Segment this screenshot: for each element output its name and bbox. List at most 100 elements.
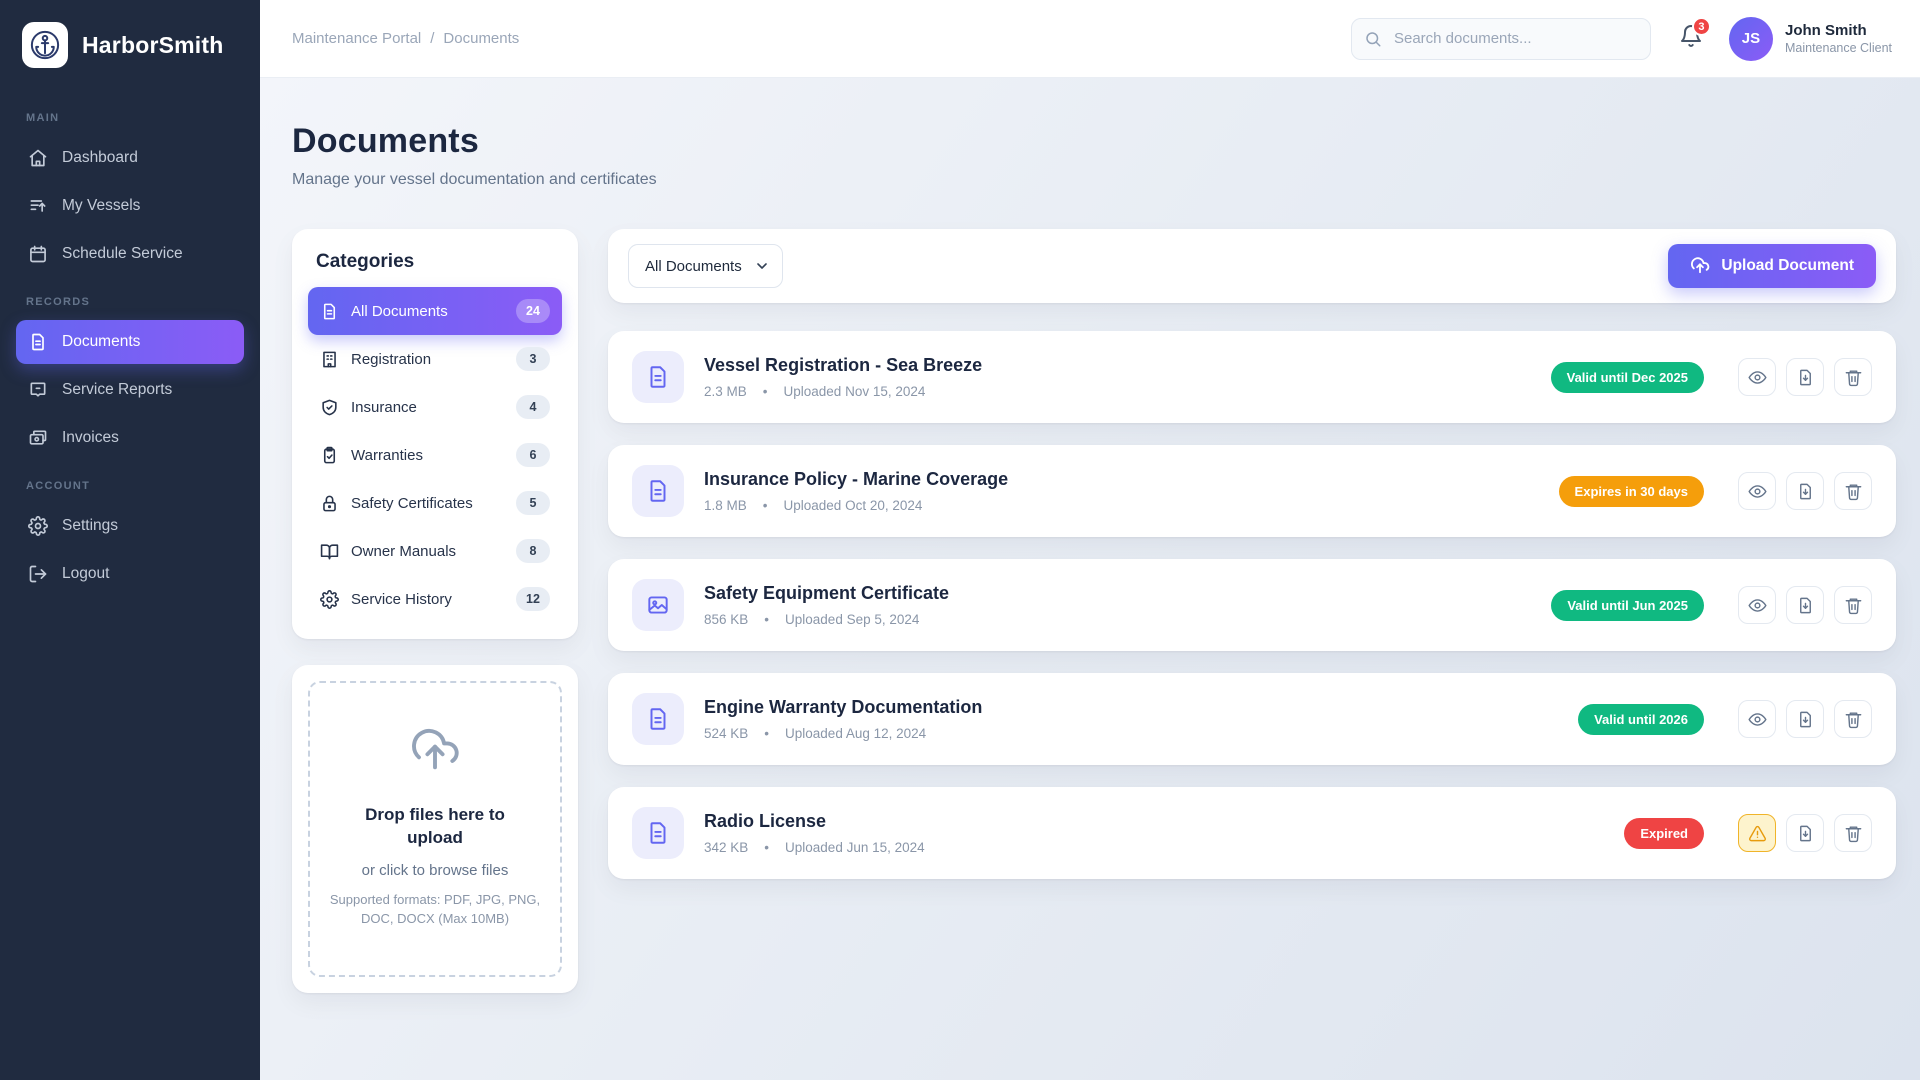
dropzone-formats: Supported formats: PDF, JPG, PNG, DOC, D…	[328, 891, 542, 929]
view-button[interactable]	[1738, 700, 1776, 738]
category-service-history[interactable]: Service History 12	[308, 575, 562, 623]
delete-button[interactable]	[1834, 472, 1872, 510]
categories-panel: Categories All Documents 24 Registration…	[292, 229, 578, 639]
document-uploaded: Uploaded Sep 5, 2024	[785, 612, 919, 627]
file-dropzone[interactable]: Drop files here to upload or click to br…	[308, 681, 562, 977]
sidebar-item-my-vessels[interactable]: My Vessels	[16, 184, 244, 228]
download-button[interactable]	[1786, 472, 1824, 510]
document-uploaded: Uploaded Oct 20, 2024	[784, 498, 923, 513]
status-badge: Valid until 2026	[1578, 704, 1704, 735]
delete-button[interactable]	[1834, 814, 1872, 852]
topbar: Maintenance Portal / Documents 3 JS John…	[260, 0, 1920, 78]
document-uploaded: Uploaded Aug 12, 2024	[785, 726, 926, 741]
view-button[interactable]	[1738, 586, 1776, 624]
delete-button[interactable]	[1834, 358, 1872, 396]
file-text-icon	[632, 351, 684, 403]
document-size: 856 KB	[704, 612, 748, 627]
category-safety-certificates[interactable]: Safety Certificates 5	[308, 479, 562, 527]
sidebar-item-schedule-service[interactable]: Schedule Service	[16, 232, 244, 276]
document-row: Vessel Registration - Sea Breeze 2.3 MB …	[608, 331, 1896, 423]
sidebar-item-label: Invoices	[62, 429, 119, 447]
filter-select-wrap: All Documents	[628, 244, 783, 288]
download-button[interactable]	[1786, 586, 1824, 624]
page-title: Documents	[292, 122, 1896, 161]
document-icon	[320, 302, 339, 321]
sidebar-item-invoices[interactable]: Invoices	[16, 416, 244, 460]
category-label: Warranties	[351, 447, 504, 464]
document-title: Radio License	[704, 811, 1604, 832]
image-file-icon	[632, 579, 684, 631]
breadcrumb-separator: /	[430, 30, 434, 47]
document-title: Vessel Registration - Sea Breeze	[704, 355, 1531, 376]
category-registration[interactable]: Registration 3	[308, 335, 562, 383]
home-icon	[28, 148, 48, 168]
sidebar-item-settings[interactable]: Settings	[16, 504, 244, 548]
gear-icon	[320, 590, 339, 609]
document-size: 524 KB	[704, 726, 748, 741]
building-icon	[320, 350, 339, 369]
avatar: JS	[1729, 17, 1773, 61]
sidebar-item-service-reports[interactable]: Service Reports	[16, 368, 244, 412]
document-filter-select[interactable]: All Documents	[628, 244, 783, 288]
download-button[interactable]	[1786, 358, 1824, 396]
download-button[interactable]	[1786, 814, 1824, 852]
category-owner-manuals[interactable]: Owner Manuals 8	[308, 527, 562, 575]
file-download-icon	[1796, 368, 1815, 387]
user-menu[interactable]: JS John Smith Maintenance Client	[1729, 17, 1892, 61]
category-count: 6	[516, 443, 550, 467]
view-button[interactable]	[1738, 472, 1776, 510]
category-label: All Documents	[351, 303, 504, 320]
trash-icon	[1844, 482, 1863, 501]
trash-icon	[1844, 596, 1863, 615]
file-download-icon	[1796, 824, 1815, 843]
status-badge: Valid until Dec 2025	[1551, 362, 1704, 393]
delete-button[interactable]	[1834, 700, 1872, 738]
file-text-icon	[632, 807, 684, 859]
download-button[interactable]	[1786, 700, 1824, 738]
status-badge: Expired	[1624, 818, 1704, 849]
category-insurance[interactable]: Insurance 4	[308, 383, 562, 431]
eye-icon	[1748, 596, 1767, 615]
calendar-icon	[28, 244, 48, 264]
document-row: Radio License 342 KB • Uploaded Jun 15, …	[608, 787, 1896, 879]
delete-button[interactable]	[1834, 586, 1872, 624]
document-size: 1.8 MB	[704, 498, 747, 513]
clipboard-check-icon	[320, 446, 339, 465]
document-size: 2.3 MB	[704, 384, 747, 399]
category-label: Safety Certificates	[351, 495, 504, 512]
page-subtitle: Manage your vessel documentation and cer…	[292, 171, 1896, 189]
sidebar-item-label: Documents	[62, 333, 140, 351]
breadcrumb: Maintenance Portal / Documents	[292, 30, 519, 47]
document-size: 342 KB	[704, 840, 748, 855]
sidebar-item-dashboard[interactable]: Dashboard	[16, 136, 244, 180]
main-column: Maintenance Portal / Documents 3 JS John…	[260, 0, 1920, 1080]
sidebar-item-documents[interactable]: Documents	[16, 320, 244, 364]
nav-section-records: RECORDS	[0, 278, 260, 318]
upload-document-button[interactable]: Upload Document	[1668, 244, 1876, 288]
category-all-documents[interactable]: All Documents 24	[308, 287, 562, 335]
expired-warning-button[interactable]	[1738, 814, 1776, 852]
view-button[interactable]	[1738, 358, 1776, 396]
category-warranties[interactable]: Warranties 6	[308, 431, 562, 479]
gear-icon	[28, 516, 48, 536]
eye-icon	[1748, 710, 1767, 729]
category-label: Service History	[351, 591, 504, 608]
breadcrumb-root[interactable]: Maintenance Portal	[292, 30, 421, 47]
sidebar-item-logout[interactable]: Logout	[16, 552, 244, 596]
document-uploaded: Uploaded Jun 15, 2024	[785, 840, 925, 855]
meta-dot: •	[764, 612, 769, 627]
notification-count-badge: 3	[1692, 17, 1711, 36]
sidebar: HarborSmith MAIN Dashboard My Vessels Sc…	[0, 0, 260, 1080]
dropzone-title: Drop files here to upload	[328, 804, 542, 850]
category-label: Owner Manuals	[351, 543, 504, 560]
right-column: All Documents Upload Document	[608, 229, 1896, 879]
documents-toolbar: All Documents Upload Document	[608, 229, 1896, 303]
brand-name: HarborSmith	[82, 32, 224, 59]
category-count: 4	[516, 395, 550, 419]
notifications-button[interactable]: 3	[1679, 24, 1703, 53]
categories-title: Categories	[308, 251, 562, 287]
search-input[interactable]	[1351, 18, 1651, 60]
breadcrumb-current: Documents	[443, 30, 519, 47]
document-row: Insurance Policy - Marine Coverage 1.8 M…	[608, 445, 1896, 537]
sidebar-item-label: Service Reports	[62, 381, 172, 399]
